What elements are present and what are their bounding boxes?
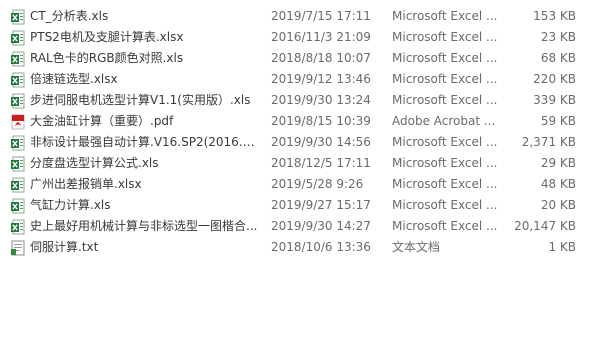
file-name: 气缸力计算.xls: [30, 198, 111, 212]
file-size: 1 KB: [548, 240, 576, 254]
excel-icon: [10, 198, 26, 214]
file-type: Microsoft Excel ...: [392, 135, 498, 149]
file-row[interactable]: PTS2电机及支腿计算表.xlsx 2016/11/3 21:09 Micros…: [0, 27, 593, 48]
file-size: 20 KB: [540, 198, 576, 212]
excel-icon: [10, 51, 26, 67]
file-date-modified: 2019/9/12 13:46: [271, 72, 371, 86]
file-row[interactable]: 非标设计最强自动计算.V16.SP2(2016.0... 2019/9/30 1…: [0, 132, 593, 153]
file-date-modified: 2019/8/15 10:39: [271, 114, 371, 128]
file-type: Microsoft Excel ...: [392, 198, 498, 212]
excel-icon: [10, 93, 26, 109]
file-name: 史上最好用机械计算与非标选型一图楷合...: [30, 219, 258, 233]
file-date-modified: 2018/8/18 10:07: [271, 51, 371, 65]
file-name: 非标设计最强自动计算.V16.SP2(2016.0...: [30, 135, 260, 149]
file-row[interactable]: RAL色卡的RGB颜色对照.xls 2018/8/18 10:07 Micros…: [0, 48, 593, 69]
excel-icon: [10, 9, 26, 25]
file-type: Microsoft Excel ...: [392, 156, 498, 170]
file-size: 2,371 KB: [521, 135, 576, 149]
file-size: 68 KB: [540, 51, 576, 65]
file-name: 大金油缸计算（重要）.pdf: [30, 114, 174, 128]
file-date-modified: 2018/10/6 13:36: [271, 240, 371, 254]
file-size: 20,147 KB: [514, 219, 576, 233]
excel-icon: [10, 156, 26, 172]
file-type: Microsoft Excel ...: [392, 9, 498, 23]
file-date-modified: 2019/9/30 14:27: [271, 219, 371, 233]
file-type: 文本文档: [392, 240, 441, 254]
file-row[interactable]: 广州出差报销单.xlsx 2019/5/28 9:26 Microsoft Ex…: [0, 174, 593, 195]
file-name: 广州出差报销单.xlsx: [30, 177, 142, 191]
file-name: PTS2电机及支腿计算表.xlsx: [30, 30, 184, 44]
file-row[interactable]: 气缸力计算.xls 2019/9/27 15:17 Microsoft Exce…: [0, 195, 593, 216]
file-date-modified: 2018/12/5 17:11: [271, 156, 371, 170]
file-row[interactable]: 大金油缸计算（重要）.pdf 2019/8/15 10:39 Adobe Acr…: [0, 111, 593, 132]
file-type: Adobe Acrobat ...: [392, 114, 496, 128]
text-file-icon: [10, 240, 26, 256]
excel-icon: [10, 219, 26, 235]
file-size: 29 KB: [540, 156, 576, 170]
file-type: Microsoft Excel ...: [392, 51, 498, 65]
pdf-icon: [10, 114, 26, 130]
file-date-modified: 2019/9/30 13:24: [271, 93, 371, 107]
file-row[interactable]: 倍速链选型.xlsx 2019/9/12 13:46 Microsoft Exc…: [0, 69, 593, 90]
file-size: 339 KB: [533, 93, 576, 107]
file-date-modified: 2019/9/30 14:56: [271, 135, 371, 149]
file-name: 步进伺服电机选型计算V1.1(实用版）.xls: [30, 93, 251, 107]
file-size: 48 KB: [540, 177, 576, 191]
file-size: 220 KB: [533, 72, 576, 86]
file-row[interactable]: CT_分析表.xls 2019/7/15 17:11 Microsoft Exc…: [0, 6, 593, 27]
file-name: 分度盘选型计算公式.xls: [30, 156, 159, 170]
file-name: RAL色卡的RGB颜色对照.xls: [30, 51, 184, 65]
file-row[interactable]: 史上最好用机械计算与非标选型一图楷合... 2019/9/30 14:27 Mi…: [0, 216, 593, 237]
file-name: 伺服计算.txt: [30, 240, 99, 254]
file-list: CT_分析表.xls 2019/7/15 17:11 Microsoft Exc…: [0, 6, 593, 258]
file-type: Microsoft Excel ...: [392, 219, 498, 233]
excel-icon: [10, 72, 26, 88]
excel-icon: [10, 177, 26, 193]
excel-icon: [10, 135, 26, 151]
file-size: 153 KB: [533, 9, 576, 23]
file-date-modified: 2016/11/3 21:09: [271, 30, 371, 44]
file-name: CT_分析表.xls: [30, 9, 109, 23]
file-type: Microsoft Excel ...: [392, 30, 498, 44]
file-date-modified: 2019/7/15 17:11: [271, 9, 371, 23]
file-date-modified: 2019/9/27 15:17: [271, 198, 371, 212]
file-size: 59 KB: [540, 114, 576, 128]
file-row[interactable]: 分度盘选型计算公式.xls 2018/12/5 17:11 Microsoft …: [0, 153, 593, 174]
file-row[interactable]: 步进伺服电机选型计算V1.1(实用版）.xls 2019/9/30 13:24 …: [0, 90, 593, 111]
file-type: Microsoft Excel ...: [392, 93, 498, 107]
excel-icon: [10, 30, 26, 46]
file-date-modified: 2019/5/28 9:26: [271, 177, 364, 191]
file-size: 23 KB: [540, 30, 576, 44]
file-row[interactable]: 伺服计算.txt 2018/10/6 13:36 文本文档 1 KB: [0, 237, 593, 258]
file-type: Microsoft Excel ...: [392, 72, 498, 86]
file-name: 倍速链选型.xlsx: [30, 72, 118, 86]
file-type: Microsoft Excel ...: [392, 177, 498, 191]
